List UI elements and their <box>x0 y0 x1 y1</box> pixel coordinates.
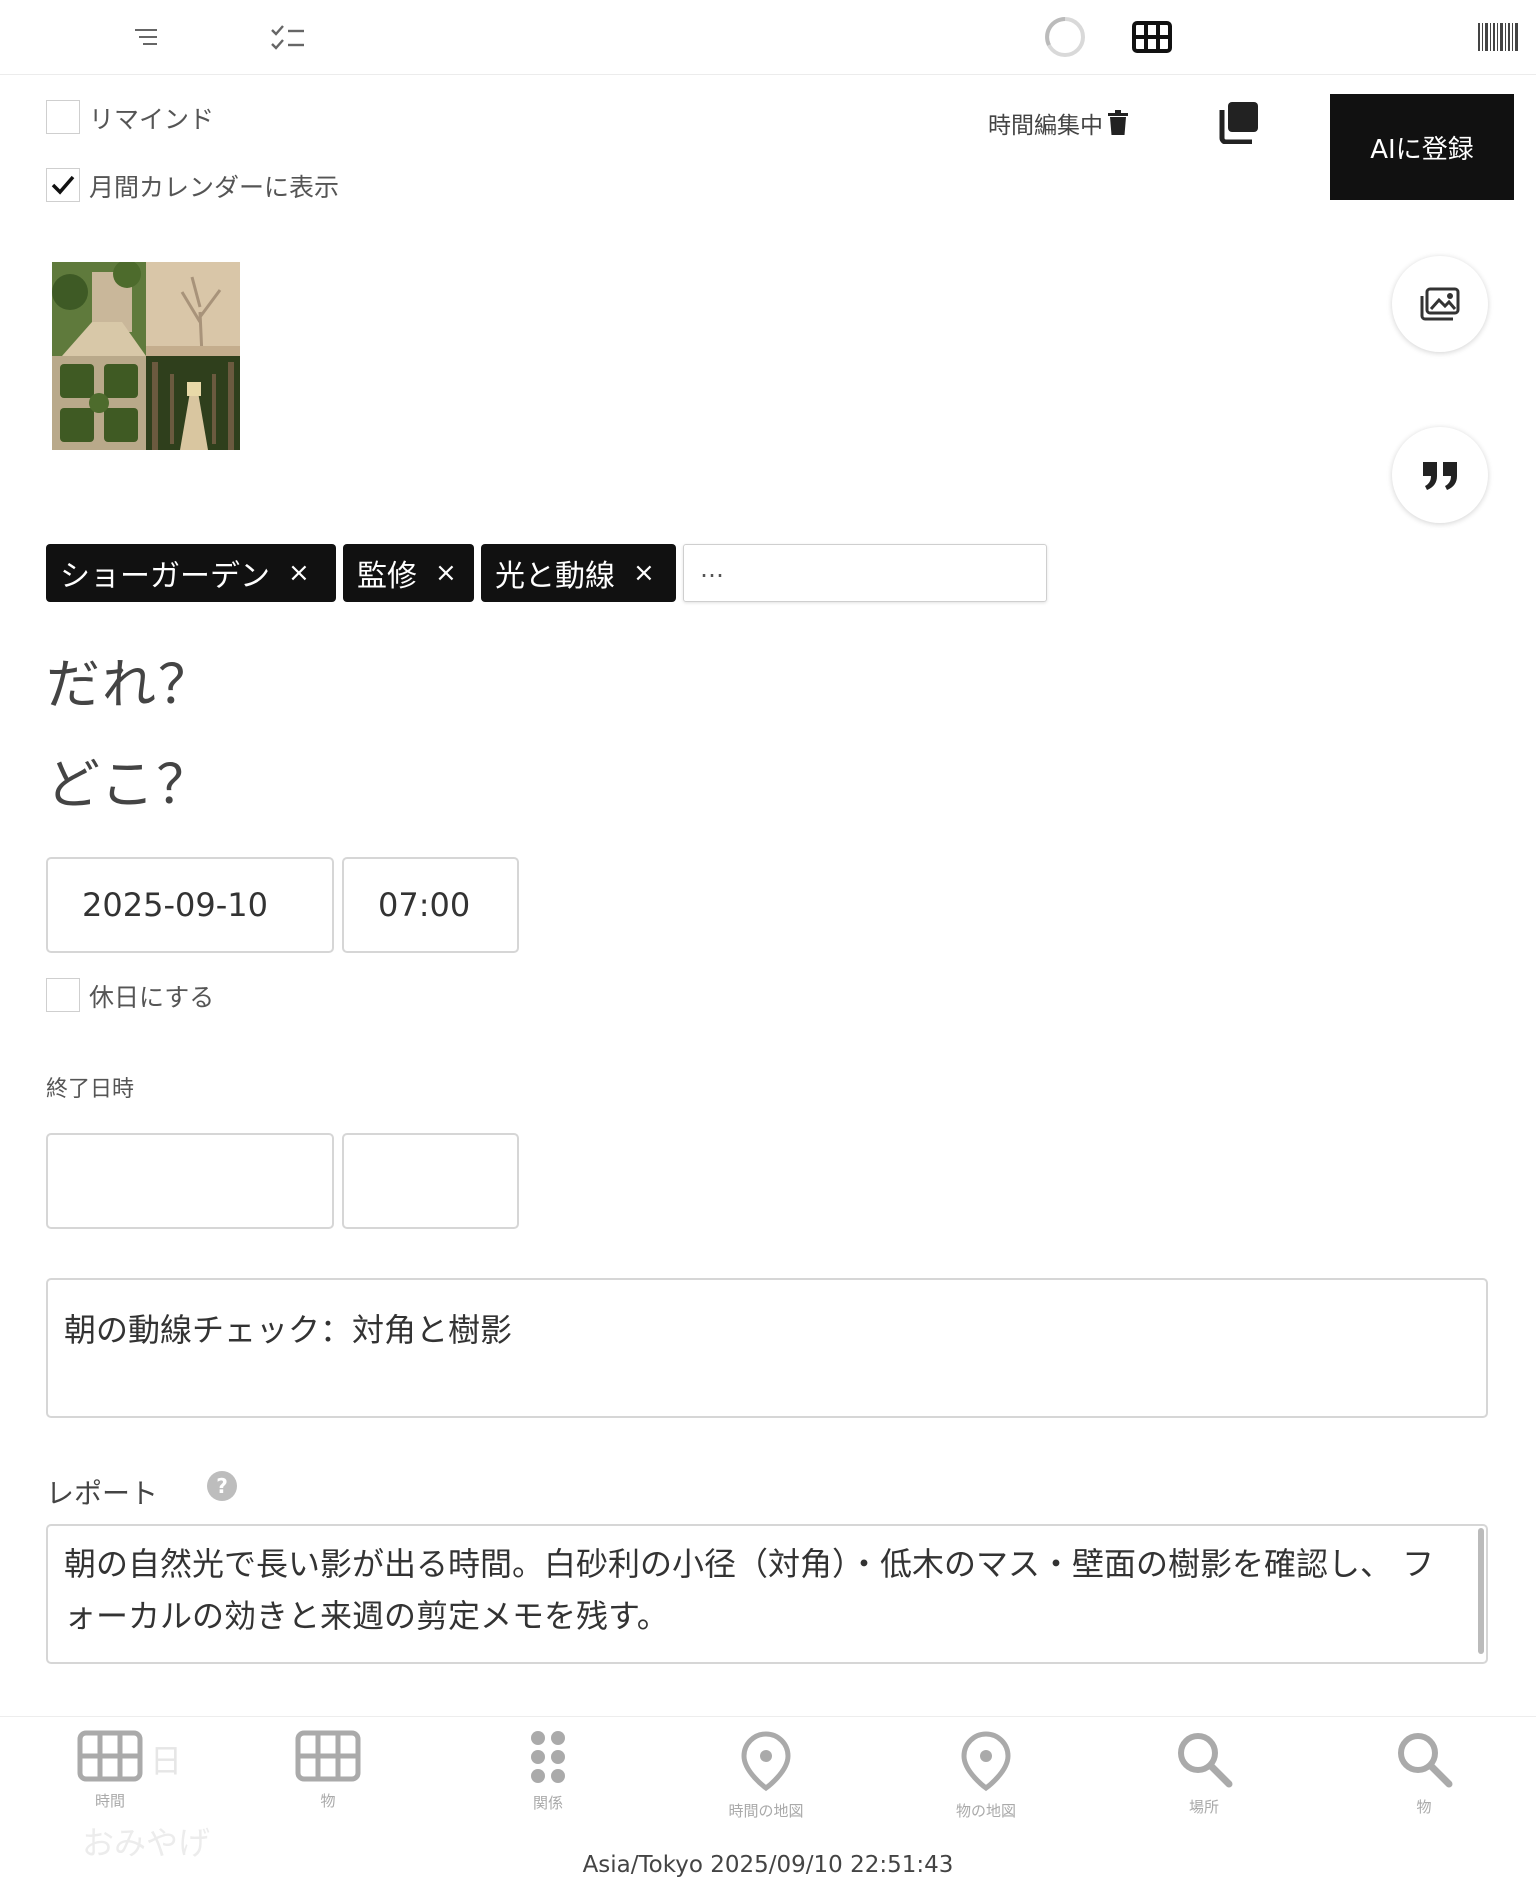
start-time-field[interactable]: 07:00 <box>342 857 519 953</box>
nav-label: 時間 <box>94 1792 125 1810</box>
top-toolbar <box>0 0 1536 75</box>
search-icon <box>1398 1733 1453 1788</box>
tag-remove-icon[interactable]: × <box>435 558 457 588</box>
reminder-checkbox[interactable] <box>46 100 80 134</box>
title-text: 朝の動線チェック：対角と樹影 <box>64 1311 513 1349</box>
grid-icon <box>77 1730 143 1782</box>
who-label[interactable]: だれ？ <box>46 640 214 719</box>
footer-timestamp: Asia/Tokyo 2025/09/10 22:51:43 <box>582 1852 954 1878</box>
tag-chip: ショーガーデン × <box>46 544 336 602</box>
dots-grid-icon <box>531 1731 565 1783</box>
nav-item-things-map[interactable]: 物の地図 <box>906 1730 1066 1821</box>
nav-label: 物 <box>320 1792 336 1810</box>
barcode-icon[interactable] <box>1476 0 1520 74</box>
nav-label: 物 <box>1416 1798 1432 1816</box>
nav-item-things[interactable]: 物 <box>248 1730 408 1811</box>
report-label: レポート <box>46 1477 159 1510</box>
tag-label: ショーガーデン <box>60 559 270 594</box>
report-text: 朝の自然光で長い影が出る時間。白砂利の小径（対角）・低木のマス・壁面の樹影を確認… <box>64 1545 1435 1635</box>
end-date-field[interactable] <box>46 1133 334 1229</box>
end-datetime-label: 終了日時 <box>46 1077 135 1102</box>
quote-icon <box>1423 462 1457 490</box>
end-time-field[interactable] <box>342 1133 519 1229</box>
map-pin-icon <box>961 1731 1011 1792</box>
outline-menu-icon[interactable] <box>124 0 168 74</box>
tag-label: 光と動線 <box>495 559 615 594</box>
loading-spinner-icon <box>1040 0 1090 74</box>
monthly-calendar-label: 月間カレンダーに表示 <box>89 173 340 202</box>
nav-label: 関係 <box>532 1794 563 1812</box>
report-textarea[interactable]: 朝の自然光で長い影が出る時間。白砂利の小径（対角）・低木のマス・壁面の樹影を確認… <box>46 1524 1488 1664</box>
checkmark-icon <box>51 175 75 195</box>
tag-chip: 監修 × <box>343 544 474 602</box>
report-scrollbar[interactable] <box>1478 1528 1484 1654</box>
start-date-field[interactable]: 2025-09-10 <box>46 857 334 953</box>
nav-item-relations[interactable]: 関係 <box>468 1730 628 1813</box>
help-icon[interactable]: ? <box>206 1470 238 1506</box>
reminder-label: リマインド <box>89 105 215 134</box>
tag-remove-icon[interactable]: × <box>633 558 655 588</box>
tag-remove-icon[interactable]: × <box>288 558 310 588</box>
editing-status-label: 時間編集中 <box>988 113 1103 139</box>
nav-label: 場所 <box>1188 1798 1219 1816</box>
tag-input[interactable]: … <box>683 544 1047 602</box>
copy-icon[interactable] <box>1216 100 1260 148</box>
svg-text:?: ? <box>216 1474 228 1498</box>
nav-item-time-map[interactable]: 時間の地図 <box>686 1730 846 1821</box>
where-label[interactable]: どこ？ <box>46 740 212 819</box>
tag-chip: 光と動線 × <box>481 544 676 602</box>
grid-icon <box>295 1730 361 1782</box>
ai-register-button[interactable]: AIに登録 <box>1330 94 1514 200</box>
image-gallery-icon <box>1420 287 1460 321</box>
table-grid-icon[interactable] <box>1130 0 1174 74</box>
monthly-calendar-checkbox[interactable] <box>46 168 80 202</box>
garden-photo-thumbnail[interactable] <box>52 260 240 450</box>
trash-icon[interactable] <box>1107 110 1129 136</box>
checklist-icon[interactable] <box>266 0 310 74</box>
nav-item-place-search[interactable]: 場所 <box>1124 1730 1284 1817</box>
tag-label: 監修 <box>357 559 417 594</box>
nav-item-things-search[interactable]: 物 <box>1344 1730 1504 1817</box>
title-textarea[interactable]: 朝の動線チェック：対角と樹影 <box>46 1278 1488 1418</box>
holiday-label: 休日にする <box>89 983 215 1012</box>
quote-button[interactable] <box>1392 427 1488 523</box>
map-pin-icon <box>741 1731 791 1792</box>
nav-item-time[interactable]: 時間 <box>30 1730 190 1811</box>
editing-status: 時間編集中 <box>988 106 1129 140</box>
nav-label: 物の地図 <box>955 1802 1016 1820</box>
image-gallery-button[interactable] <box>1392 256 1488 352</box>
holiday-checkbox[interactable] <box>46 978 80 1012</box>
nav-label: 時間の地図 <box>728 1802 804 1820</box>
search-icon <box>1178 1733 1233 1788</box>
